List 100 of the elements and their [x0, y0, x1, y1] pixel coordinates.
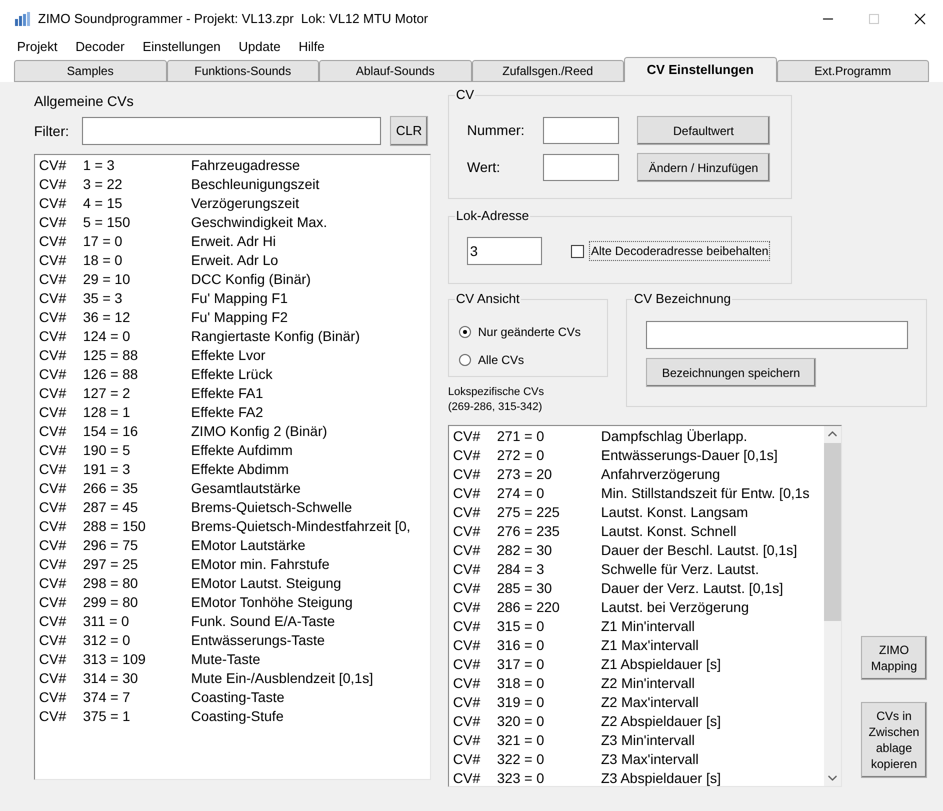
cv-prefix: CV#: [453, 579, 482, 598]
cv-entry: 286 = 220: [497, 598, 561, 617]
cv-prefix: CV#: [453, 427, 482, 446]
side-button[interactable]: CVs in Zwischen ablage kopieren: [861, 702, 927, 778]
side-button[interactable]: ZIMO Mapping: [861, 636, 927, 680]
cv-entry: 29 = 10: [83, 270, 132, 289]
cv-prefix: CV#: [39, 213, 68, 232]
cv-entry: 3 = 22: [83, 175, 124, 194]
cv-description: Effekte FA1: [191, 384, 264, 403]
cv-entry: 35 = 3: [83, 289, 124, 308]
keep-address-label[interactable]: Alte Decoderadresse beibehalten: [589, 241, 770, 261]
clear-button[interactable]: CLR: [390, 116, 428, 146]
cv-entry: 321 = 0: [497, 731, 546, 750]
cv-entry: 288 = 150: [83, 517, 147, 536]
cv-description: Schwelle für Verz. Lautst.: [601, 560, 759, 579]
cv-prefix: CV#: [39, 289, 68, 308]
radio-button[interactable]: [459, 326, 471, 338]
cv-entry: 284 = 3: [497, 560, 546, 579]
cv-description: Mute Ein-/Ausblendzeit [0,1s]: [191, 669, 374, 688]
cv-entry: 266 = 35: [83, 479, 139, 498]
cv-entry: 316 = 0: [497, 636, 546, 655]
radio-button[interactable]: [459, 354, 471, 366]
cv-entry: 275 = 225: [497, 503, 561, 522]
cv-entry: 323 = 0: [497, 769, 546, 786]
change-button[interactable]: Ändern / Hinzufügen: [637, 153, 770, 182]
cv-prefix: CV#: [453, 712, 482, 731]
radio-label[interactable]: Alle CVs: [478, 351, 524, 369]
cv-prefix: CV#: [453, 655, 482, 674]
cv-entry: 374 = 7: [83, 688, 132, 707]
cv-description: Z1 Max'intervall: [601, 636, 699, 655]
tab[interactable]: Zufallsgen./Reed: [472, 60, 624, 82]
cv-prefix: CV#: [39, 707, 68, 726]
cv-prefix: CV#: [453, 617, 482, 636]
keep-address-checkbox[interactable]: [571, 244, 584, 258]
tab[interactable]: Ext.Programm: [776, 60, 929, 82]
scrollbar-thumb[interactable]: [824, 443, 841, 621]
cv-prefix: CV#: [453, 731, 482, 750]
cv-description: Anfahrverzögerung: [601, 465, 720, 484]
menu-item[interactable]: Decoder: [75, 37, 125, 57]
cv-description: EMotor min. Fahrstufe: [191, 555, 330, 574]
cv-prefix: CV#: [39, 422, 68, 441]
cv-description: Verzögerungszeit: [191, 194, 300, 213]
cv-entry: 318 = 0: [497, 674, 546, 693]
menu-item[interactable]: Hilfe: [298, 37, 325, 57]
filter-label: Filter:: [34, 122, 70, 140]
tab[interactable]: Ablauf-Sounds: [319, 60, 472, 82]
general-cv-list[interactable]: [34, 154, 431, 780]
cv-entry: 273 = 20: [497, 465, 553, 484]
cv-entry: 128 = 1: [83, 403, 132, 422]
cv-prefix: CV#: [39, 688, 68, 707]
cv-prefix: CV#: [39, 346, 68, 365]
menu-item[interactable]: Einstellungen: [142, 37, 221, 57]
cv-description: Fahrzeugadresse: [191, 156, 300, 175]
menu-item[interactable]: Update: [238, 37, 281, 57]
cv-prefix: CV#: [39, 365, 68, 384]
menu-item[interactable]: Projekt: [17, 37, 58, 57]
save-names-button[interactable]: Bezeichnungen speichern: [646, 358, 816, 387]
default-button[interactable]: Defaultwert: [637, 116, 770, 145]
address-field[interactable]: 3: [467, 237, 542, 265]
section-title: Allgemeine CVs: [34, 92, 135, 110]
section-title: Lokspezifische CVs: [448, 385, 545, 400]
cv-prefix: CV#: [39, 650, 68, 669]
cv-description: Z2 Min'intervall: [601, 674, 695, 693]
name-field[interactable]: [646, 321, 908, 349]
cv-description: Erweit. Adr Hi: [191, 232, 276, 251]
loco-cv-list[interactable]: [448, 425, 842, 787]
cv-entry: 5 = 150: [83, 213, 132, 232]
value-label: Wert:: [467, 158, 502, 177]
cv-entry: 126 = 88: [83, 365, 139, 384]
cv-description: Dampfschlag Überlapp.: [601, 427, 748, 446]
cv-description: Entwässerungs-Taste: [191, 631, 325, 650]
cv-entry: 287 = 45: [83, 498, 139, 517]
cv-entry: 317 = 0: [497, 655, 546, 674]
tab[interactable]: Samples: [14, 60, 166, 82]
cv-entry: 18 = 0: [83, 251, 124, 270]
cv-entry: 154 = 16: [83, 422, 139, 441]
number-field[interactable]: [543, 117, 619, 144]
value-field[interactable]: [543, 154, 619, 181]
cv-description: Effekte FA2: [191, 403, 264, 422]
cv-entry: 320 = 0: [497, 712, 546, 731]
cv-prefix: CV#: [453, 693, 482, 712]
cv-entry: 375 = 1: [83, 707, 132, 726]
cv-prefix: CV#: [39, 517, 68, 536]
cv-entry: 17 = 0: [83, 232, 124, 251]
cv-prefix: CV#: [39, 327, 68, 346]
cv-description: DCC Konfig (Binär): [191, 270, 311, 289]
cv-entry: 124 = 0: [83, 327, 132, 346]
cv-prefix: CV#: [39, 460, 68, 479]
cv-prefix: CV#: [453, 598, 482, 617]
cv-description: EMotor Lautstärke: [191, 536, 306, 555]
radio-label[interactable]: Nur geänderte CVs: [478, 323, 581, 341]
cv-entry: 282 = 30: [497, 541, 553, 560]
cv-prefix: CV#: [39, 175, 68, 194]
filter-field[interactable]: [82, 117, 381, 145]
cv-prefix: CV#: [39, 479, 68, 498]
cv-description: Effekte Lvor: [191, 346, 266, 365]
cv-prefix: CV#: [453, 446, 482, 465]
cv-description: Gesamtlautstärke: [191, 479, 301, 498]
tab[interactable]: CV Einstellungen: [624, 57, 776, 82]
tab[interactable]: Funktions-Sounds: [166, 60, 319, 82]
